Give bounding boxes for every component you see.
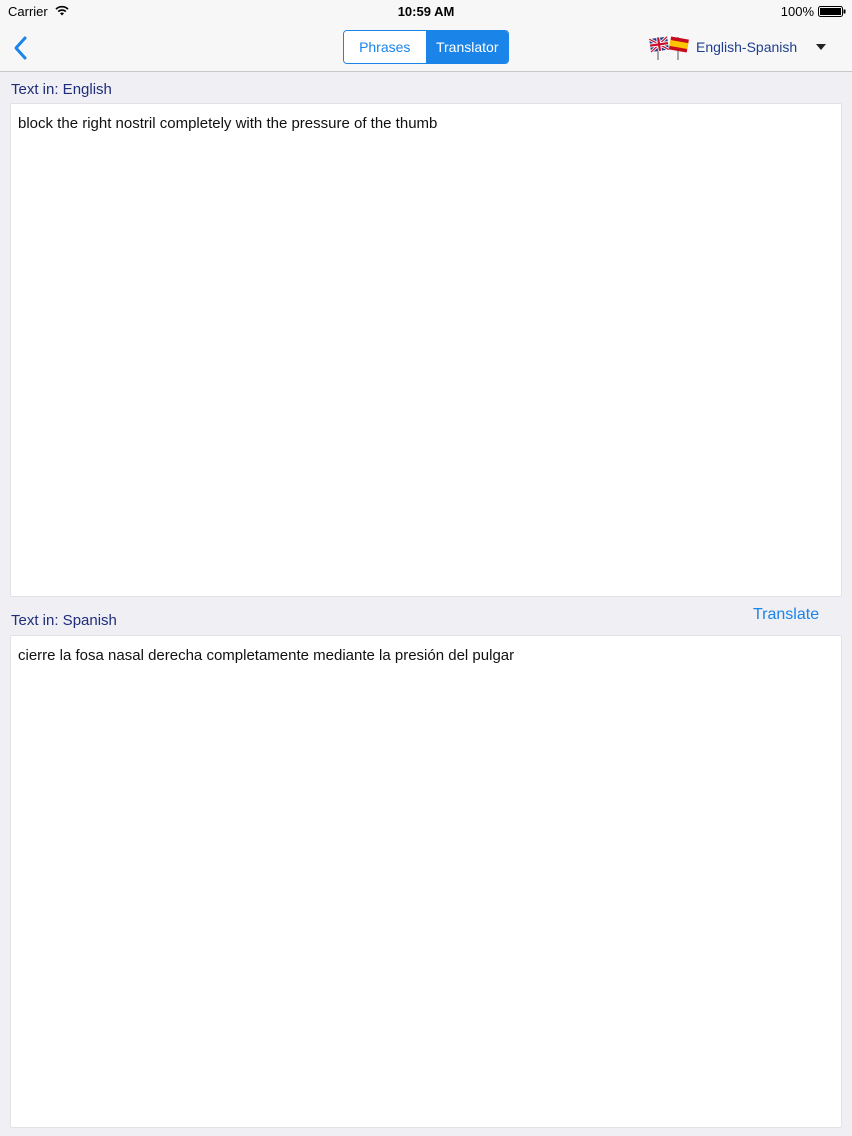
tab-translator[interactable]: Translator	[426, 31, 508, 63]
back-button[interactable]	[10, 34, 34, 62]
target-text-area[interactable]: cierre la fosa nasal derecha completamen…	[10, 635, 842, 1128]
uk-spain-flags-icon	[648, 35, 689, 60]
target-language-label: Text in: Spanish	[11, 612, 117, 629]
mode-segmented-control: Phrases Translator	[343, 30, 509, 64]
battery-percent: 100%	[780, 4, 814, 19]
chevron-left-icon	[14, 36, 27, 60]
language-selector[interactable]: English-Spanish	[648, 32, 838, 62]
chevron-down-icon	[816, 44, 826, 50]
navigation-bar: Phrases Translator English-Spanish	[0, 24, 852, 72]
source-text-area[interactable]: block the right nostril completely with …	[10, 103, 842, 597]
tab-phrases[interactable]: Phrases	[344, 31, 427, 63]
battery-icon	[818, 6, 846, 17]
status-bar: Carrier 10:59 AM 100%	[0, 0, 852, 24]
language-pair-label: English-Spanish	[696, 39, 798, 55]
translate-button[interactable]: Translate	[753, 606, 819, 624]
clock: 10:59 AM	[397, 4, 455, 19]
source-language-label: Text in: English	[11, 81, 112, 98]
